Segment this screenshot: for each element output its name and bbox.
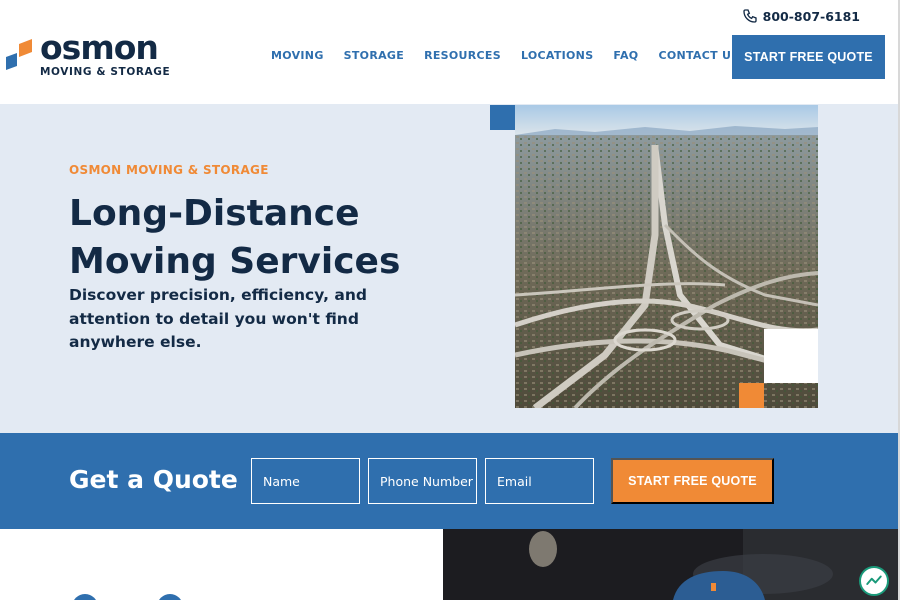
feature-circle-icon [72,594,98,600]
nav-faq[interactable]: FAQ [613,49,638,62]
hero-title-line1: Long-Distance [69,193,360,234]
main-nav: MOVING STORAGE RESOURCES LOCATIONS FAQ C… [271,49,760,62]
mover-photo [443,529,900,600]
brand-tagline: MOVING & STORAGE [40,66,171,78]
nav-locations[interactable]: LOCATIONS [521,49,593,62]
logo-mark-icon [6,39,32,70]
quote-bar: Get a Quote Name Phone Number Email STAR… [0,433,900,529]
hero-accent-orange-square [739,383,764,408]
phone-number[interactable]: 800-807-6181 [763,9,860,24]
hero-subtitle: Discover precision, efficiency, and atte… [69,286,367,351]
site-header: osmon MOVING & STORAGE 800-807-6181 MOVI… [0,0,900,104]
hero-accent-blue-square [490,105,515,130]
hero-accent-white-square [764,329,818,383]
chat-widget-icon[interactable] [859,566,889,596]
quote-start-free-quote-button[interactable]: START FREE QUOTE [611,458,774,504]
header-phone[interactable]: 800-807-6181 [742,8,860,24]
quote-phone-input[interactable]: Phone Number [368,458,477,504]
nav-contact-us[interactable]: CONTACT US [658,49,739,62]
quote-title: Get a Quote [69,465,238,494]
next-section [0,529,900,600]
feature-circle-icon [157,594,183,600]
brand-name: osmon [40,28,159,67]
header-start-free-quote-button[interactable]: START FREE QUOTE [732,35,885,79]
hero-section: OSMON MOVING & STORAGE Long-Distance Mov… [0,104,900,433]
nav-moving[interactable]: MOVING [271,49,324,62]
nav-storage[interactable]: STORAGE [344,49,404,62]
quote-name-input[interactable]: Name [251,458,360,504]
phone-icon [742,9,757,23]
quote-email-input[interactable]: Email [485,458,594,504]
hero-eyebrow: OSMON MOVING & STORAGE [69,163,269,177]
nav-resources[interactable]: RESOURCES [424,49,501,62]
hero-title-line2: Moving Services [69,241,401,282]
brand-logo[interactable]: osmon MOVING & STORAGE [6,28,176,82]
hero-title: Long-Distance Moving Services [69,190,469,286]
